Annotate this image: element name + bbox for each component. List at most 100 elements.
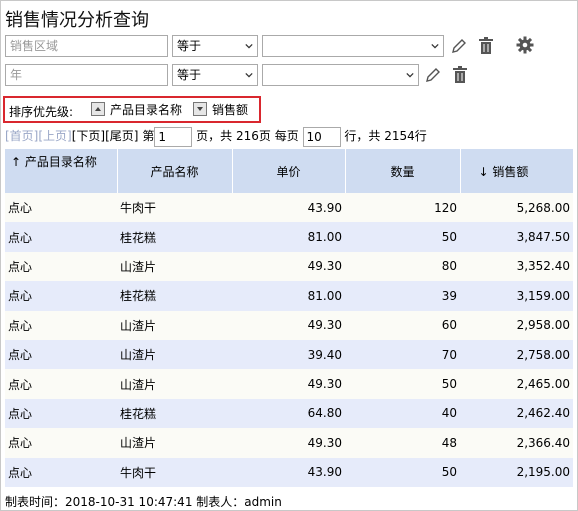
operator-select-1[interactable]: 等于 — [172, 35, 258, 57]
col-header-quantity[interactable]: 数量 — [345, 149, 461, 193]
table-row: 点心 牛肉干 43.90 120 5,268.00 — [5, 193, 573, 223]
value-select-2[interactable] — [262, 64, 419, 86]
cell-category: 点心 — [5, 310, 117, 340]
cell-sales: 2,195.00 — [460, 457, 573, 487]
cell-price: 39.40 — [232, 339, 345, 370]
cell-product: 山渣片 — [117, 310, 232, 340]
cell-price: 81.00 — [232, 281, 345, 311]
gear-icon[interactable] — [516, 36, 534, 54]
cell-product: 牛肉干 — [117, 457, 232, 487]
operator-value: 等于 — [177, 68, 202, 82]
next-page-link[interactable]: [下页] — [72, 129, 105, 143]
cell-price: 49.30 — [232, 251, 345, 282]
cell-category: 点心 — [5, 339, 117, 370]
cell-product: 桂花糕 — [117, 222, 232, 252]
cell-category: 点心 — [5, 428, 117, 458]
cell-product: 山渣片 — [117, 369, 232, 399]
sort-label: 排序优先级: — [9, 105, 74, 119]
cell-quantity: 80 — [345, 251, 460, 282]
chevron-down-icon — [406, 72, 414, 78]
page-prefix: 第 — [142, 129, 155, 143]
cell-price: 49.30 — [232, 310, 345, 340]
table-row: 点心 山渣片 49.30 50 2,465.00 — [5, 369, 573, 399]
sort-priority-bar: 排序优先级: 产品目录名称 销售额 — [3, 96, 261, 123]
cell-product: 山渣片 — [117, 251, 232, 282]
cell-quantity: 70 — [345, 339, 460, 370]
sort-item-category[interactable]: 产品目录名称 — [91, 102, 182, 118]
col-header-category[interactable]: ↑ 产品目录名称 — [5, 149, 118, 193]
chevron-down-icon — [245, 72, 253, 78]
cell-price: 64.80 — [232, 398, 345, 429]
total-suffix: 行，共 2154行 — [344, 129, 427, 143]
sort-desc-icon — [193, 102, 207, 116]
sort-item-label: 销售额 — [212, 103, 249, 117]
col-header-product[interactable]: 产品名称 — [117, 149, 233, 193]
sort-item-sales[interactable]: 销售额 — [193, 102, 248, 118]
cell-product: 牛肉干 — [117, 193, 232, 223]
last-page-link[interactable]: [尾页] — [105, 129, 138, 143]
cell-product: 桂花糕 — [117, 398, 232, 429]
cell-quantity: 39 — [345, 281, 460, 311]
per-page-input[interactable]: 10 — [302, 126, 341, 147]
operator-select-2[interactable]: 等于 — [172, 64, 258, 86]
sales-table: ↑ 产品目录名称 产品名称 单价 数量 ↓ 销售额 点心 牛肉干 43.90 120 5… — [5, 149, 574, 487]
cell-quantity: 40 — [345, 398, 460, 429]
region-field[interactable]: 销售区域 — [5, 35, 168, 57]
sort-item-label: 产品目录名称 — [110, 103, 183, 117]
cell-price: 43.90 — [232, 193, 345, 223]
table-row: 点心 山渣片 49.30 60 2,958.00 — [5, 310, 573, 340]
trash-icon[interactable] — [452, 66, 468, 84]
edit-icon[interactable] — [450, 37, 468, 55]
cell-sales: 2,465.00 — [460, 369, 573, 399]
cell-quantity: 50 — [345, 222, 460, 252]
cell-price: 43.90 — [232, 457, 345, 487]
cell-product: 山渣片 — [117, 428, 232, 458]
edit-icon[interactable] — [424, 66, 442, 84]
cell-product: 桂花糕 — [117, 281, 232, 311]
cell-quantity: 48 — [345, 428, 460, 458]
cell-category: 点心 — [5, 193, 117, 223]
pager: [首页][上页][下页][尾页] 第1 页，共 216页 每页 10 行，共 2… — [5, 126, 427, 147]
col-header-sales[interactable]: ↓ 销售额 — [460, 149, 574, 193]
trash-icon[interactable] — [478, 37, 494, 55]
cell-category: 点心 — [5, 251, 117, 282]
cell-sales: 2,758.00 — [460, 339, 573, 370]
table-row: 点心 桂花糕 81.00 39 3,159.00 — [5, 281, 573, 311]
cell-category: 点心 — [5, 457, 117, 487]
table-row: 点心 桂花糕 64.80 40 2,462.40 — [5, 398, 573, 429]
cell-quantity: 50 — [345, 369, 460, 399]
table-row: 点心 山渣片 49.30 48 2,366.40 — [5, 428, 573, 458]
table-body: 点心 牛肉干 43.90 120 5,268.00 点心 桂花糕 81.00 50 3,847.5… — [5, 193, 573, 487]
table-row: 点心 山渣片 49.30 80 3,352.40 — [5, 251, 573, 282]
page-number-input[interactable]: 1 — [154, 126, 193, 147]
report-footer: 制表时间：2018-10-31 10:47:41 制表人：admin — [5, 495, 282, 509]
table-header-row: ↑ 产品目录名称 产品名称 单价 数量 ↓ 销售额 — [5, 149, 574, 193]
cell-sales: 2,958.00 — [460, 310, 573, 340]
col-header-price[interactable]: 单价 — [232, 149, 346, 193]
chevron-down-icon — [245, 43, 253, 49]
table-row: 点心 牛肉干 43.90 50 2,195.00 — [5, 457, 573, 487]
cell-price: 81.00 — [232, 222, 345, 252]
cell-category: 点心 — [5, 222, 117, 252]
cell-quantity: 60 — [345, 310, 460, 340]
cell-sales: 5,268.00 — [460, 193, 573, 223]
cell-product: 山渣片 — [117, 339, 232, 370]
cell-quantity: 50 — [345, 457, 460, 487]
cell-quantity: 120 — [345, 193, 460, 223]
cell-sales: 3,159.00 — [460, 281, 573, 311]
year-field[interactable]: 年 — [5, 64, 168, 86]
cell-price: 49.30 — [232, 369, 345, 399]
first-page-link[interactable]: [首页] — [5, 129, 38, 143]
chevron-down-icon — [431, 43, 439, 49]
cell-category: 点心 — [5, 281, 117, 311]
cell-sales: 3,352.40 — [460, 251, 573, 282]
prev-page-link[interactable]: [上页] — [38, 129, 71, 143]
value-select-1[interactable] — [262, 35, 444, 57]
page-title: 销售情况分析查询 — [5, 10, 149, 31]
operator-value: 等于 — [177, 39, 202, 53]
cell-sales: 2,462.40 — [460, 398, 573, 429]
cell-sales: 3,847.50 — [460, 222, 573, 252]
sort-asc-icon — [91, 102, 105, 116]
cell-price: 49.30 — [232, 428, 345, 458]
cell-sales: 2,366.40 — [460, 428, 573, 458]
